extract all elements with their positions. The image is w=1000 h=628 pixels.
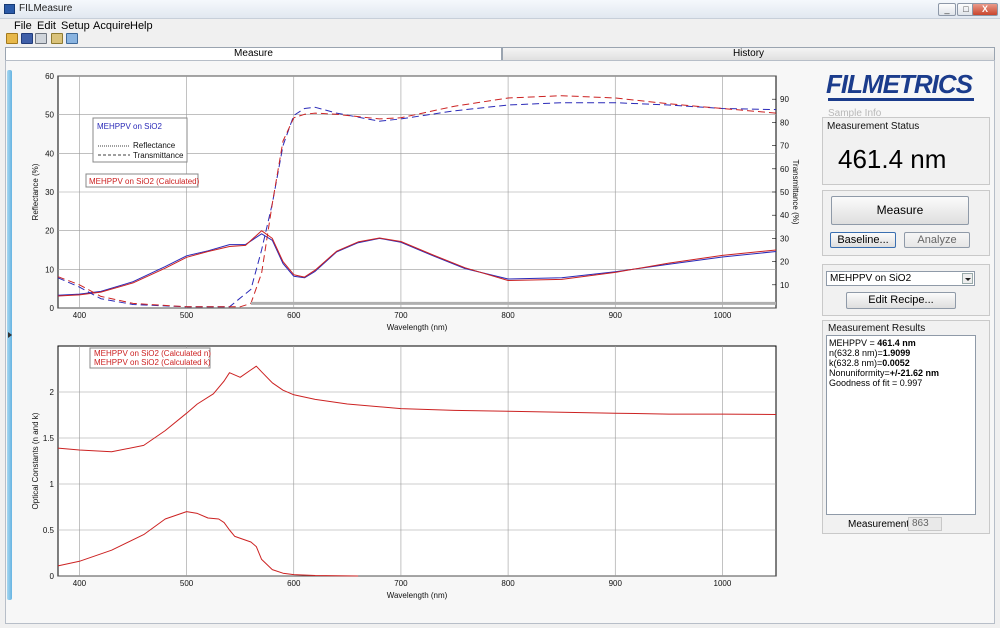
- bottom-y-axis-label: Optical Constants (n and k): [31, 412, 40, 509]
- y-tick-label: 40: [45, 149, 54, 158]
- y-tick-label: 2: [50, 388, 55, 397]
- optical-constants-chart: 400 500 600 700 800 900 1000 0 0.5 1 1.5 2 Waveleng…: [31, 345, 777, 600]
- results-textbox[interactable]: MEHPPV = 461.4 nm n(632.8 nm)=1.9099 k(6…: [826, 335, 976, 515]
- x-tick-label: 600: [287, 311, 301, 320]
- legend-k-label: MEHPPV on SiO2 (Calculated k): [94, 358, 211, 367]
- x-tick-label: 900: [609, 311, 623, 320]
- measurement-results-label: Measurement Results: [828, 323, 926, 334]
- top-y-axis-label: Reflectance (%): [31, 163, 40, 220]
- x-tick-label: 700: [394, 311, 408, 320]
- measurement-status-label: Measurement Status: [827, 121, 920, 132]
- bottom-x-axis-label: Wavelength (nm): [387, 591, 448, 600]
- status-value: 461.4 nm: [838, 144, 947, 174]
- baseline-button[interactable]: Baseline...: [830, 232, 896, 248]
- optical-constants-plot-area: [57, 345, 777, 577]
- x-tick-label: 600: [287, 579, 301, 588]
- y2-tick-label: 20: [780, 258, 789, 267]
- logo-text: FILMETRICS: [826, 69, 973, 99]
- edit-recipe-button[interactable]: Edit Recipe...: [846, 292, 956, 309]
- x-tick-label: 500: [180, 311, 194, 320]
- legend-calculated-title: MEHPPV on SiO2 (Calculated): [89, 177, 200, 186]
- x-tick-label: 400: [73, 311, 87, 320]
- measure-button[interactable]: Measure: [831, 196, 969, 225]
- y-tick-label: 30: [45, 188, 54, 197]
- top-x-axis-label: Wavelength (nm): [387, 323, 448, 332]
- result-thickness: MEHPPV = 461.4 nm: [829, 338, 916, 348]
- x-tick-label: 1000: [714, 579, 732, 588]
- measurement-number-field: 863: [908, 517, 942, 531]
- y2-tick-label: 40: [780, 211, 789, 220]
- reflectance-chart: 400 500 600 700 800 900 1000 0 10 20 30 40 50 60 10 20 3…: [31, 72, 800, 332]
- y2-tick-label: 90: [780, 95, 789, 104]
- recipe-select[interactable]: MEHPPV on SiO2: [826, 271, 975, 286]
- top-y2-axis-label: Transmittance (%): [791, 159, 800, 224]
- y2-tick-label: 10: [780, 281, 789, 290]
- y-tick-label: 0: [50, 304, 55, 313]
- result-nonuniformity: Nonuniformity=+/-21.62 nm: [829, 368, 940, 378]
- legend-measured-title: MEHPPV on SiO2: [97, 122, 162, 131]
- result-goodness-of-fit: Goodness of fit = 0.997: [829, 378, 923, 388]
- x-tick-label: 1000: [714, 311, 732, 320]
- y-tick-label: 10: [45, 265, 54, 274]
- y-tick-label: 20: [45, 227, 54, 236]
- y-tick-label: 1: [50, 480, 55, 489]
- x-tick-label: 800: [501, 579, 515, 588]
- legend-n-label: MEHPPV on SiO2 (Calculated n): [94, 349, 211, 358]
- result-k: k(632.8 nm)=0.0052: [829, 358, 910, 368]
- y-tick-label: 0.5: [43, 526, 55, 535]
- legend-transmittance-label: Transmittance: [133, 151, 184, 160]
- y-tick-label: 60: [45, 72, 54, 81]
- y-tick-label: 50: [45, 111, 54, 120]
- result-n: n(632.8 nm)=1.9099: [829, 348, 911, 358]
- x-tick-label: 500: [180, 579, 194, 588]
- x-tick-label: 700: [394, 579, 408, 588]
- y2-tick-label: 80: [780, 118, 789, 127]
- x-tick-label: 900: [609, 579, 623, 588]
- y-tick-label: 1.5: [43, 434, 55, 443]
- analyze-button[interactable]: Analyze: [904, 232, 970, 248]
- y-tick-label: 0: [50, 572, 55, 581]
- legend-reflectance-label: Reflectance: [133, 141, 176, 150]
- chevron-down-icon[interactable]: [962, 273, 973, 284]
- y2-tick-label: 70: [780, 142, 789, 151]
- y2-tick-label: 50: [780, 188, 789, 197]
- filmetrics-logo: FILMETRICS: [826, 70, 976, 102]
- y2-tick-label: 60: [780, 165, 789, 174]
- y2-tick-label: 30: [780, 234, 789, 243]
- recipe-select-value: MEHPPV on SiO2: [830, 273, 912, 284]
- logo-underline: [828, 98, 974, 101]
- x-tick-label: 800: [501, 311, 515, 320]
- x-tick-label: 400: [73, 579, 87, 588]
